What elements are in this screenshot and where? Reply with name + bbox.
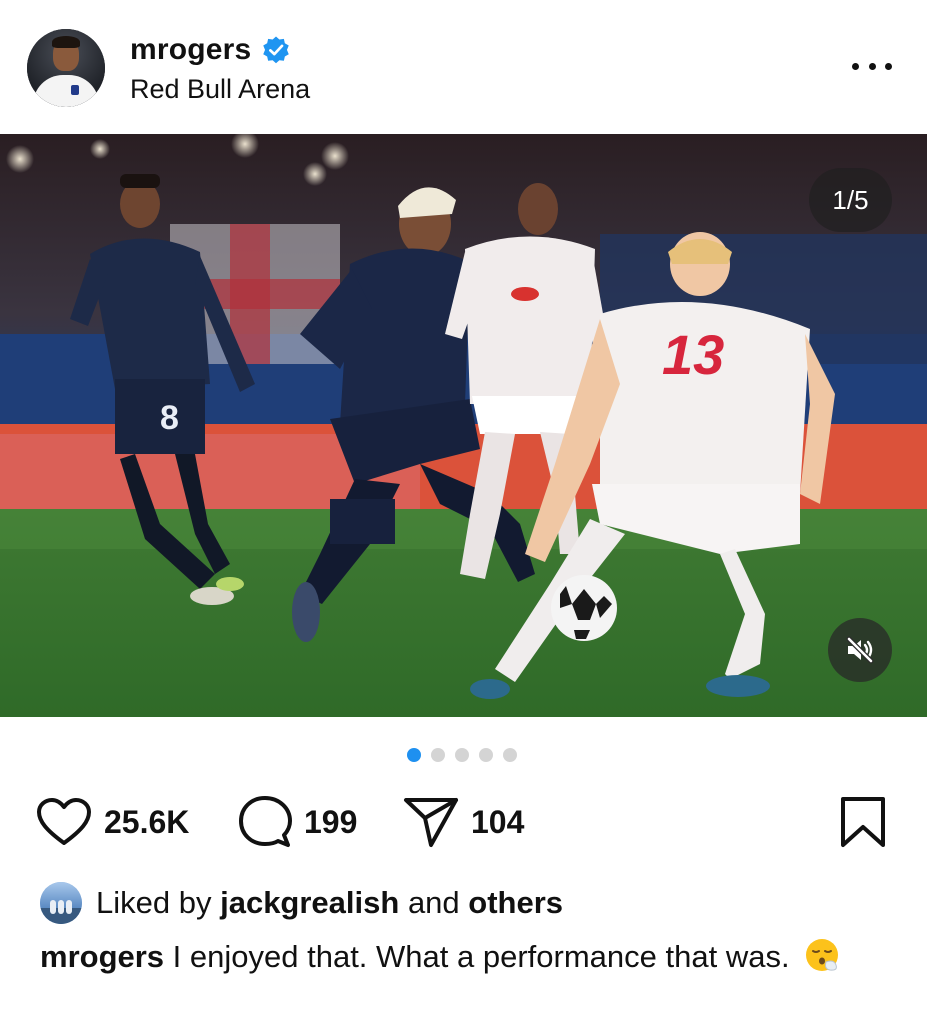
- caption-username[interactable]: mrogers: [40, 939, 164, 974]
- post-header: mrogers Red Bull Arena: [0, 0, 927, 134]
- paper-plane-icon: [404, 798, 458, 847]
- carousel-dot: [479, 748, 493, 762]
- carousel-dot: [503, 748, 517, 762]
- carousel-dot: [431, 748, 445, 762]
- speaker-muted-icon[interactable]: [828, 618, 892, 682]
- liked-by-row: Liked by jackgrealish and others: [40, 880, 563, 926]
- carousel-indicator: [407, 748, 517, 762]
- football-match-photo: 8 13: [0, 134, 927, 717]
- media-counter: 1/5: [809, 168, 892, 232]
- caption-text: I enjoyed that. What a performance that …: [172, 939, 790, 974]
- bookmark-icon[interactable]: [838, 796, 888, 848]
- comment-button[interactable]: 199: [238, 796, 357, 848]
- attacker-shirt-number: 8: [160, 399, 179, 437]
- likes-count: 25.6K: [104, 803, 190, 840]
- like-button[interactable]: 25.6K: [36, 796, 189, 848]
- post-media-image[interactable]: 8 13: [0, 134, 927, 717]
- liker-avatar[interactable]: [40, 882, 82, 924]
- liked-by-connector: and: [407, 885, 460, 920]
- post-location[interactable]: Red Bull Arena: [130, 74, 310, 105]
- carousel-dot-active: [407, 748, 421, 762]
- liked-by-others-link[interactable]: others: [468, 885, 563, 921]
- liked-by-user-link[interactable]: jackgrealish: [220, 885, 399, 921]
- user-avatar[interactable]: [27, 29, 105, 107]
- verified-badge-icon: [263, 36, 290, 64]
- username-row: mrogers: [130, 30, 291, 70]
- comment-bubble-icon: [239, 796, 292, 847]
- share-button[interactable]: 104: [403, 796, 524, 848]
- comments-count: 199: [304, 803, 358, 840]
- shares-count: 104: [471, 803, 525, 840]
- heart-icon: [37, 798, 91, 845]
- defender-shirt-number: 13: [662, 323, 724, 386]
- carousel-dot: [455, 748, 469, 762]
- more-options-icon[interactable]: [852, 56, 892, 76]
- liked-by-prefix: Liked by: [96, 885, 212, 920]
- exhaling-face-emoji: [806, 939, 839, 971]
- post-caption: mrogers I enjoyed that. What a performan…: [40, 935, 870, 978]
- post-username[interactable]: mrogers: [130, 33, 251, 67]
